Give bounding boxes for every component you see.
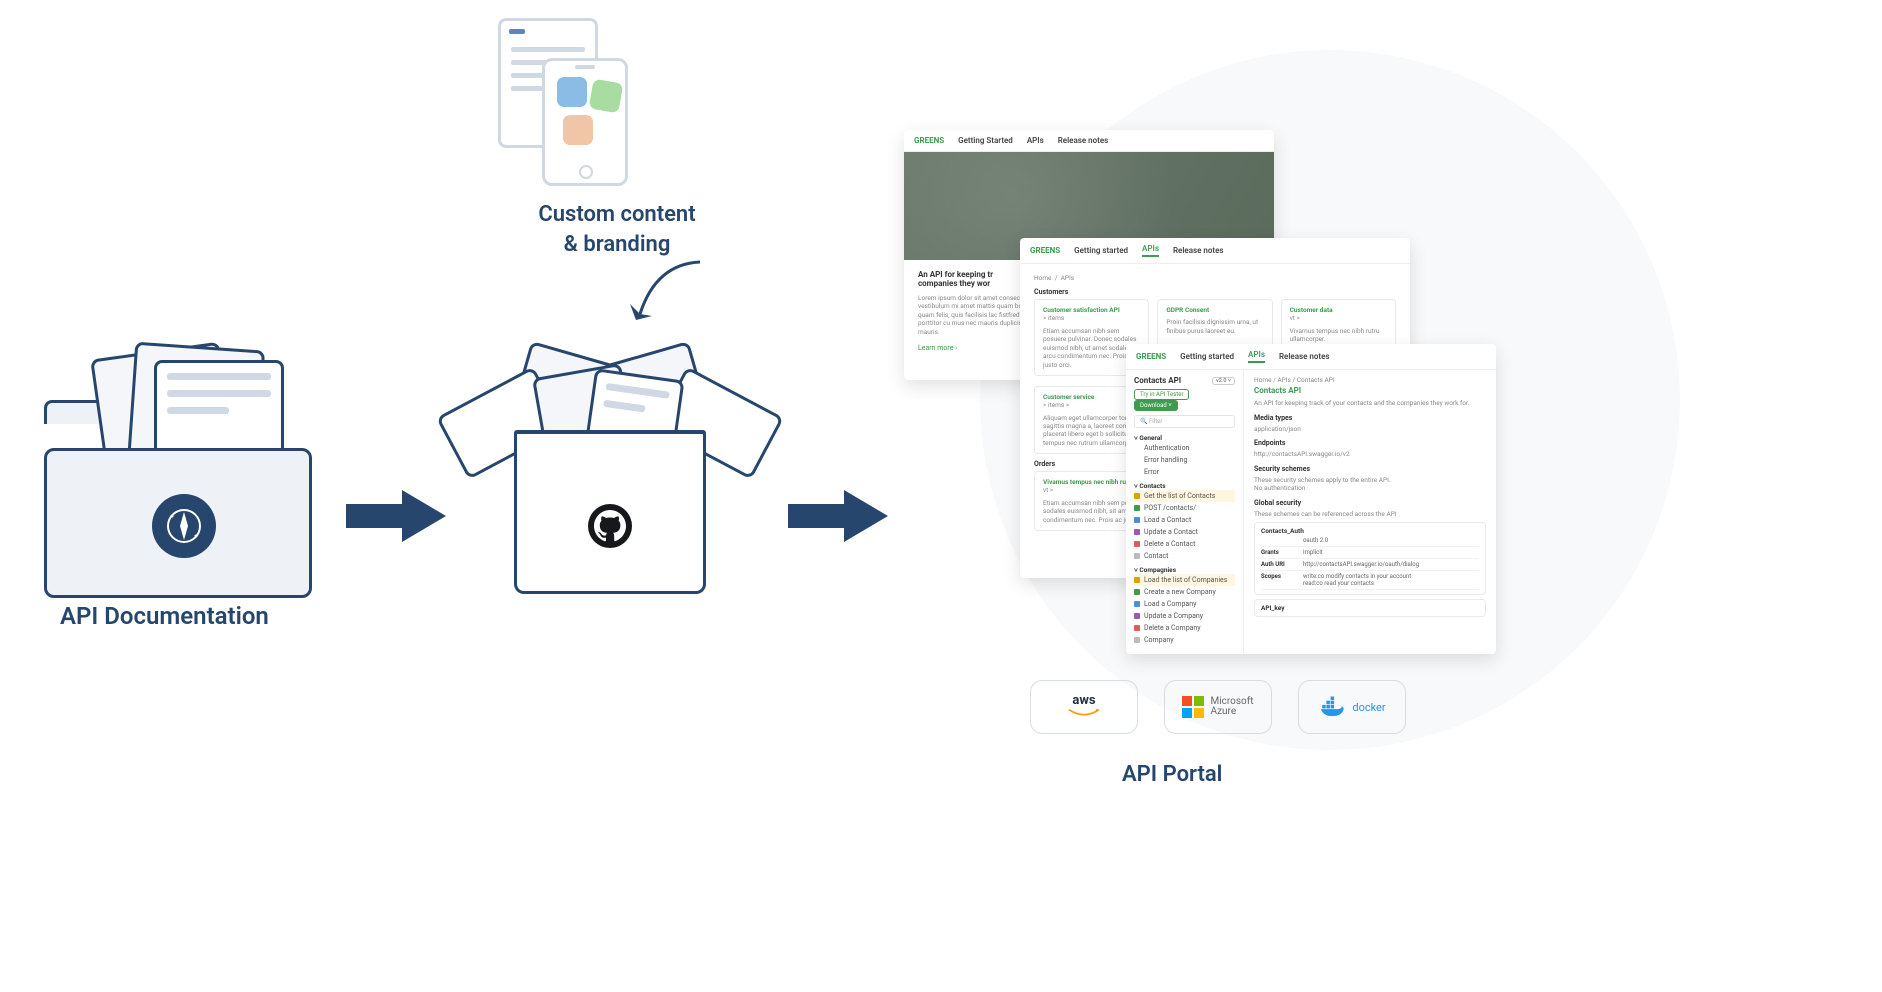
nav-item[interactable]: Getting started	[1074, 246, 1128, 255]
auth-field-row: GrantsImplicit	[1261, 547, 1479, 559]
sidebar-item[interactable]: Create a new Company	[1134, 586, 1235, 598]
version-selector[interactable]: v2.0 ˅	[1212, 377, 1235, 385]
sidebar-item[interactable]: Update a Contact	[1134, 526, 1235, 538]
sidebar-item[interactable]: Authentication	[1134, 442, 1235, 454]
text-line	[511, 47, 585, 52]
sidebar-item[interactable]: Error	[1134, 466, 1235, 478]
breadcrumb: Home / APIs / Contacts API	[1254, 376, 1486, 384]
logo: GREENS	[1136, 352, 1166, 361]
app-tile-green	[589, 79, 624, 114]
section-heading: Customers	[1034, 288, 1396, 296]
phone-mockup-card	[542, 58, 628, 186]
subsection: Security schemes	[1254, 465, 1486, 473]
deployment-targets: aws MicrosoftAzure docker	[1030, 680, 1406, 734]
arrow-right-icon	[346, 486, 446, 546]
auth-panel: Contacts_Auth oauth 2.0GrantsImplicitAut…	[1254, 522, 1486, 595]
download-button[interactable]: Download ˅	[1134, 400, 1178, 411]
auth-field-row: oauth 2.0	[1261, 535, 1479, 547]
nav-item[interactable]: Release notes	[1058, 136, 1109, 145]
api-description: An API for keeping track of your contact…	[1254, 399, 1486, 407]
subsection: Media types	[1254, 414, 1486, 422]
api-documentation-label: API Documentation	[60, 602, 269, 630]
page-title: Contacts API	[1254, 386, 1486, 395]
curved-arrow-icon	[620, 254, 710, 334]
sidebar-item[interactable]: Load a Company	[1134, 598, 1235, 610]
api-title: Contacts API	[1134, 376, 1181, 385]
sidebar-item[interactable]: POST /contacts/	[1134, 502, 1235, 514]
github-icon	[586, 502, 634, 550]
text-line	[167, 390, 271, 397]
docker-icon	[1318, 693, 1346, 721]
filter-input[interactable]: 🔍 Filter	[1134, 415, 1235, 428]
phone-home-button	[579, 165, 593, 179]
auth-panel: API_key	[1254, 599, 1486, 617]
text-line	[603, 400, 646, 413]
api-portal-label: API Portal	[1122, 762, 1222, 787]
custom-content-label: Custom content & branding	[497, 200, 737, 259]
try-api-button[interactable]: Try in API Tester	[1134, 389, 1189, 400]
reference-sidebar: Contacts API v2.0 ˅ Try in API TesterDow…	[1126, 370, 1244, 654]
sidebar-item[interactable]: Get the list of Contacts	[1134, 490, 1235, 502]
sidebar-item[interactable]: Load the list of Companies	[1134, 574, 1235, 586]
sidebar-item[interactable]: Delete a Company	[1134, 622, 1235, 634]
aws-badge: aws	[1030, 680, 1138, 734]
arrow-right-icon	[788, 486, 888, 546]
sidebar-item[interactable]: Contact	[1134, 550, 1235, 562]
subsection: Global security	[1254, 499, 1486, 507]
auth-field-row: Scopeswrite:co modify contacts in your a…	[1261, 571, 1479, 590]
app-tile-orange	[563, 115, 593, 145]
doc-heading-line	[509, 29, 525, 34]
sidebar-group[interactable]: ˅ General	[1134, 434, 1235, 442]
subsection: Endpoints	[1254, 439, 1486, 447]
docker-badge: docker	[1298, 680, 1406, 734]
portal-nav: GREENS Getting started APIs Release note…	[1126, 344, 1496, 370]
nav-item[interactable]: Getting Started	[958, 136, 1013, 145]
text-line	[167, 407, 229, 414]
portal-nav: GREENS Getting started APIs Release note…	[1020, 238, 1410, 264]
nav-item[interactable]: Release notes	[1173, 246, 1224, 255]
nav-item[interactable]: APIs	[1027, 136, 1044, 145]
sidebar-group[interactable]: ˅ Contacts	[1134, 482, 1235, 490]
portal-reference-mockup: GREENS Getting started APIs Release note…	[1126, 344, 1496, 654]
sidebar-item[interactable]: Delete a Contact	[1134, 538, 1235, 550]
portal-nav: GREENS Getting Started APIs Release note…	[904, 130, 1274, 152]
text-line	[605, 383, 669, 399]
sidebar-item[interactable]: Company	[1134, 634, 1235, 646]
nav-item[interactable]: APIs	[1142, 244, 1159, 257]
breadcrumb: Home / APIs	[1034, 274, 1396, 282]
microsoft-logo-icon	[1182, 696, 1204, 718]
nav-item[interactable]: APIs	[1248, 350, 1265, 363]
nav-item[interactable]: Getting started	[1180, 352, 1234, 361]
sidebar-item[interactable]: Error handling	[1134, 454, 1235, 466]
azure-badge: MicrosoftAzure	[1164, 680, 1272, 734]
auth-field-row: Auth URIhttp://contactsAPI.swagger.io/oa…	[1261, 559, 1479, 571]
text-line	[167, 373, 271, 380]
compass-icon	[152, 494, 216, 558]
sidebar-item[interactable]: Update a Company	[1134, 610, 1235, 622]
logo: GREENS	[914, 136, 944, 145]
logo: GREENS	[1030, 246, 1060, 255]
packaging-box-illustration	[462, 346, 758, 594]
phone-speaker	[575, 65, 595, 69]
nav-item[interactable]: Release notes	[1279, 352, 1330, 361]
sidebar-group[interactable]: ˅ Compagnies	[1134, 566, 1235, 574]
api-docs-folder-illustration	[44, 362, 312, 598]
app-tile-blue	[557, 77, 587, 107]
custom-content-illustration	[498, 18, 668, 198]
api-portal-mockups: GREENS Getting Started APIs Release note…	[904, 130, 1494, 670]
sidebar-item[interactable]: Load a Contact	[1134, 514, 1235, 526]
reference-content: Home / APIs / Contacts API Contacts API …	[1244, 370, 1496, 654]
